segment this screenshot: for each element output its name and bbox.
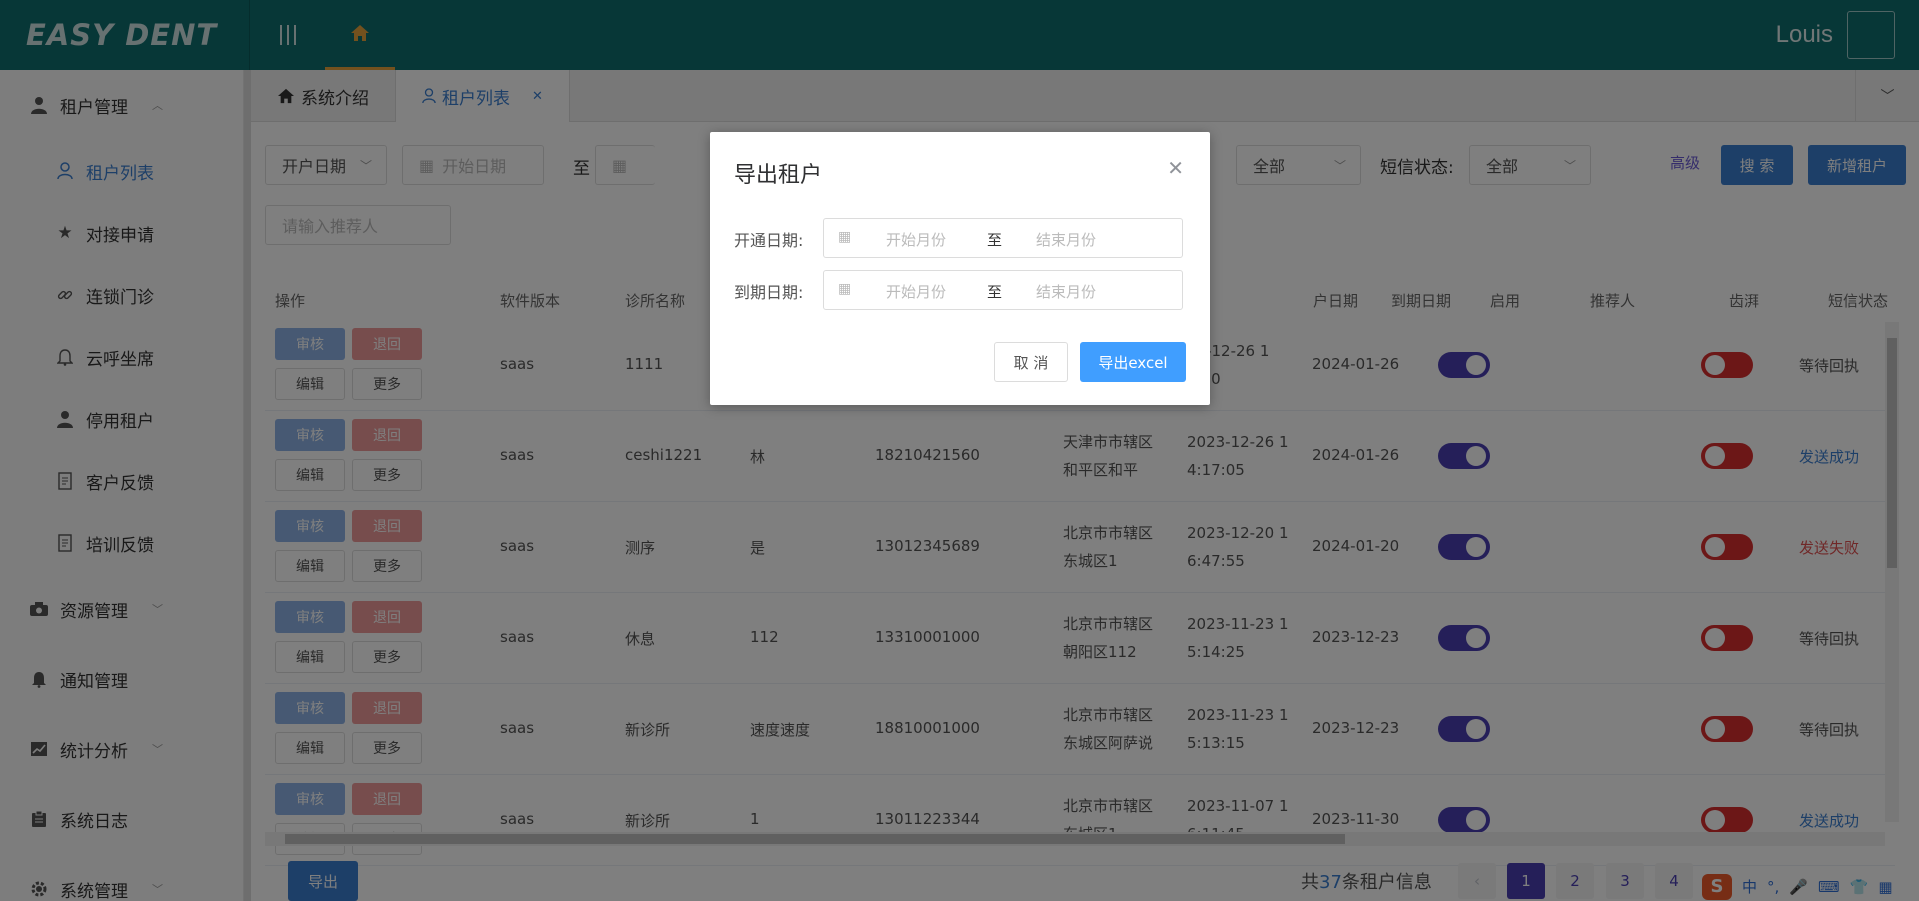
calendar-icon: ▦ <box>838 281 852 297</box>
dialog-title: 导出租户 <box>734 163 823 188</box>
open-date-range-picker[interactable]: ▦ 开始月份 至 结束月份 <box>823 218 1183 258</box>
expire-date-range-picker[interactable]: ▦ 开始月份 至 结束月份 <box>823 270 1183 310</box>
range-separator: 至 <box>987 231 1003 249</box>
start-month-input[interactable]: 开始月份 <box>886 229 946 250</box>
end-month-input[interactable]: 结束月份 <box>1036 281 1096 302</box>
end-month-input[interactable]: 结束月份 <box>1036 229 1096 250</box>
open-date-label: 开通日期: <box>734 231 804 250</box>
start-month-input[interactable]: 开始月份 <box>886 281 946 302</box>
calendar-icon: ▦ <box>838 229 852 245</box>
export-excel-button[interactable]: 导出excel <box>1080 342 1186 382</box>
expire-date-label: 到期日期: <box>734 283 804 302</box>
cancel-button[interactable]: 取 消 <box>994 342 1068 382</box>
export-dialog: 导出租户 ✕ 开通日期: ▦ 开始月份 至 结束月份 到期日期: ▦ 开始月份 … <box>710 132 1210 405</box>
close-icon[interactable]: ✕ <box>1167 156 1184 180</box>
range-separator: 至 <box>987 283 1003 301</box>
